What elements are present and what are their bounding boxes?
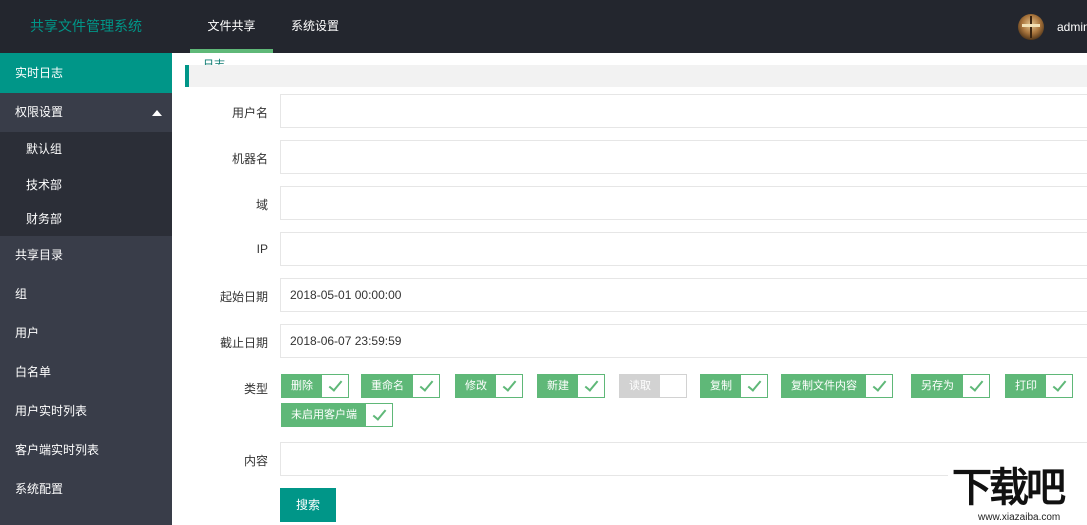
- end-date-label: 截止日期: [219, 336, 268, 350]
- type-label: 类型: [243, 382, 268, 396]
- machine-label: 机器名: [231, 152, 268, 166]
- domain-label: 域: [255, 198, 268, 212]
- sidebar-item-shared-dirs[interactable]: 共享目录: [0, 236, 172, 275]
- checkbox-label: 重命名: [362, 375, 413, 397]
- machine-input[interactable]: [280, 140, 1087, 174]
- type-checkbox-client-disabled[interactable]: 未启用客户端: [281, 403, 393, 427]
- sidebar-item-client-realtime-list[interactable]: 客户端实时列表: [0, 431, 172, 470]
- tab-system-settings[interactable]: 系统设置: [282, 0, 348, 53]
- type-checkbox-rename[interactable]: 重命名: [361, 374, 440, 398]
- sidebar-subitem-tech-dept[interactable]: 技术部: [0, 168, 172, 202]
- checkbox-label: 复制: [701, 375, 741, 397]
- sidebar-item-users[interactable]: 用户: [0, 314, 172, 353]
- type-checkbox-read[interactable]: 读取: [619, 374, 687, 398]
- permissions-submenu: 默认组 技术部 财务部: [0, 132, 172, 236]
- check-icon: [1046, 375, 1072, 397]
- end-date-input[interactable]: [280, 324, 1087, 358]
- user-avatar-icon: [1018, 14, 1044, 40]
- checkbox-empty-icon: [660, 375, 686, 397]
- domain-input[interactable]: [280, 186, 1087, 220]
- sidebar-subitem-default-group[interactable]: 默认组: [0, 132, 172, 168]
- check-icon: [366, 404, 392, 426]
- main-content: 日志 用户名 机器名 域 IP 起始日期 截止日期 类型 删除 重命名: [172, 53, 1087, 525]
- sidebar-item-user-realtime-list[interactable]: 用户实时列表: [0, 392, 172, 431]
- check-icon: [866, 375, 892, 397]
- content-label: 内容: [243, 454, 268, 468]
- checkbox-label: 修改: [456, 375, 496, 397]
- type-checkbox-print[interactable]: 打印: [1005, 374, 1073, 398]
- checkbox-label: 未启用客户端: [282, 404, 366, 426]
- breadcrumb: 日志: [185, 59, 1087, 87]
- check-icon: [496, 375, 522, 397]
- watermark-logo: 下载吧 www.xiazaiba.com: [948, 466, 1087, 525]
- checkbox-label: 复制文件内容: [782, 375, 866, 397]
- sidebar-item-permissions[interactable]: 权限设置: [0, 93, 172, 132]
- app-brand[interactable]: 共享文件管理系统: [0, 0, 172, 53]
- sidebar-subitem-finance-dept[interactable]: 财务部: [0, 202, 172, 236]
- start-date-input[interactable]: [280, 278, 1087, 312]
- search-button[interactable]: 搜索: [280, 488, 336, 522]
- check-icon: [322, 375, 348, 397]
- sidebar: 实时日志 权限设置 默认组 技术部 财务部 共享目录 组 用户 白名单 用户实时…: [0, 53, 172, 525]
- type-checkbox-modify[interactable]: 修改: [455, 374, 523, 398]
- user-name: admin: [1057, 20, 1087, 34]
- breadcrumb-text: 日志: [203, 59, 225, 65]
- type-checkbox-copy-content[interactable]: 复制文件内容: [781, 374, 893, 398]
- watermark-url: www.xiazaiba.com: [978, 512, 1061, 523]
- checkbox-label: 读取: [620, 375, 660, 397]
- sidebar-item-label: 权限设置: [15, 105, 64, 119]
- start-date-label: 起始日期: [219, 290, 268, 304]
- sidebar-item-groups[interactable]: 组: [0, 275, 172, 314]
- type-checkbox-save-as[interactable]: 另存为: [911, 374, 990, 398]
- user-menu[interactable]: admin: [1018, 14, 1087, 40]
- checkbox-label: 删除: [282, 375, 322, 397]
- breadcrumb-accent: [185, 65, 189, 87]
- type-checkbox-create[interactable]: 新建: [537, 374, 605, 398]
- checkbox-label: 打印: [1006, 375, 1046, 397]
- type-checkbox-delete[interactable]: 删除: [281, 374, 349, 398]
- top-header: 共享文件管理系统 文件共享 系统设置 admin: [0, 0, 1087, 53]
- top-nav: 文件共享 系统设置: [190, 0, 350, 53]
- check-icon: [741, 375, 767, 397]
- check-icon: [413, 375, 439, 397]
- ip-input[interactable]: [280, 232, 1087, 266]
- username-input[interactable]: [280, 94, 1087, 128]
- check-icon: [578, 375, 604, 397]
- sidebar-item-whitelist[interactable]: 白名单: [0, 353, 172, 392]
- checkbox-label: 新建: [538, 375, 578, 397]
- watermark-text: 下载吧: [952, 465, 1066, 511]
- sidebar-item-system-config[interactable]: 系统配置: [0, 470, 172, 509]
- type-checkbox-copy[interactable]: 复制: [700, 374, 768, 398]
- ip-label: IP: [256, 242, 268, 256]
- caret-up-icon: [152, 110, 162, 116]
- username-label: 用户名: [231, 106, 268, 120]
- sidebar-item-realtime-log[interactable]: 实时日志: [0, 53, 172, 93]
- tab-file-share[interactable]: 文件共享: [190, 0, 273, 53]
- check-icon: [963, 375, 989, 397]
- checkbox-label: 另存为: [912, 375, 963, 397]
